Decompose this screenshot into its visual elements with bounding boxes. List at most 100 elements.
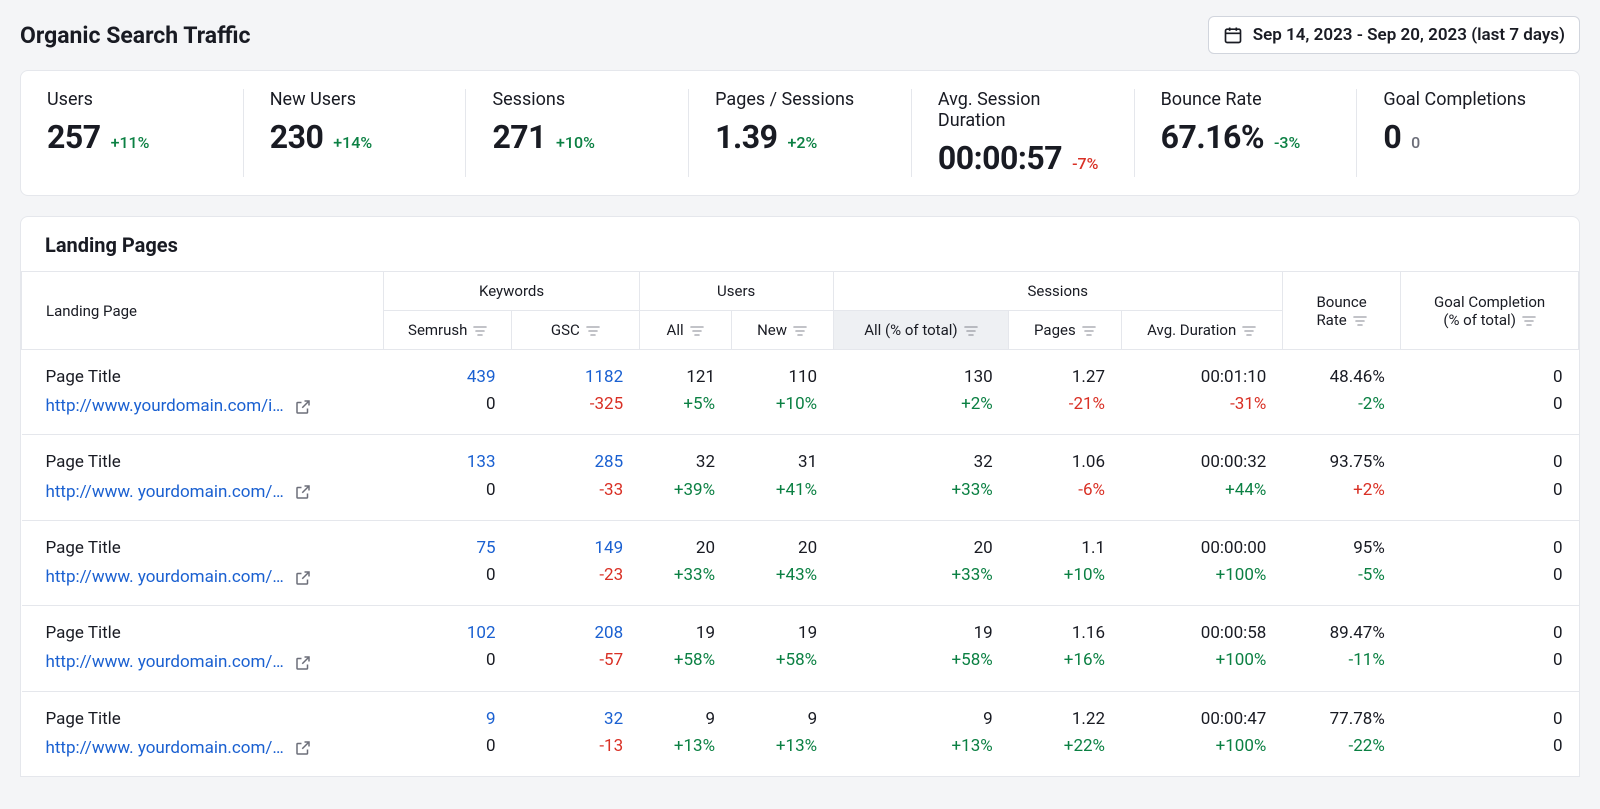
kpi-label: Bounce Rate	[1161, 89, 1331, 110]
kpi-delta: +14%	[333, 133, 372, 152]
cell-avg-duration: 00:00:58+100%	[1121, 606, 1282, 691]
col-gsc[interactable]: GSC	[512, 311, 640, 350]
col-avg-duration[interactable]: Avg. Duration	[1121, 311, 1282, 350]
cell-sessions-all: 130+2%	[833, 350, 1009, 435]
external-link-icon[interactable]	[294, 398, 312, 416]
cell-semrush: 1020	[384, 606, 512, 691]
row-title: Page Title	[46, 620, 376, 647]
kpi-sessions[interactable]: Sessions 271 +10%	[465, 89, 688, 177]
calendar-icon	[1223, 25, 1243, 45]
cell-gsc: 149-23	[512, 520, 640, 605]
kpi-delta: +11%	[111, 133, 150, 152]
cell-users-new: 31+41%	[731, 435, 833, 520]
row-title: Page Title	[46, 449, 376, 476]
cell-users-new: 9+13%	[731, 691, 833, 776]
kpi-goal-completions[interactable]: Goal Completions00	[1356, 89, 1579, 177]
col-users-new[interactable]: New	[731, 311, 833, 350]
kpi-label: Goal Completions	[1383, 89, 1553, 110]
cell-sessions-all: 9+13%	[833, 691, 1009, 776]
col-users: Users	[639, 272, 833, 311]
external-link-icon[interactable]	[294, 569, 312, 587]
cell-gsc: 208-57	[512, 606, 640, 691]
cell-bounce-rate: 89.47%-11%	[1282, 606, 1400, 691]
kpi-delta: -7%	[1072, 154, 1098, 173]
col-semrush[interactable]: Semrush	[384, 311, 512, 350]
cell-goal-completion: 00	[1401, 520, 1579, 605]
landing-page-link[interactable]: http://www. yourdomain.com/…	[46, 735, 284, 762]
cell-bounce-rate: 95%-5%	[1282, 520, 1400, 605]
cell-gsc: 1182-325	[512, 350, 640, 435]
table-row: Page Titlehttp://www. yourdomain.com/…90…	[22, 691, 1579, 776]
sort-icon	[586, 325, 600, 337]
landing-page-link[interactable]: http://www. yourdomain.com/…	[46, 479, 284, 506]
cell-users-all: 32+39%	[639, 435, 731, 520]
cell-sessions-all: 19+58%	[833, 606, 1009, 691]
kpi-value: 230	[270, 118, 324, 156]
kpi-delta: -3%	[1274, 133, 1300, 152]
sort-icon	[1082, 325, 1096, 337]
table-row: Page Titlehttp://www. yourdomain.com/…10…	[22, 606, 1579, 691]
table-row: Page Titlehttp://www. yourdomain.com/…75…	[22, 520, 1579, 605]
col-keywords: Keywords	[384, 272, 639, 311]
cell-avg-duration: 00:00:47+100%	[1121, 691, 1282, 776]
cell-users-all: 9+13%	[639, 691, 731, 776]
cell-pages: 1.22+22%	[1009, 691, 1121, 776]
kpi-bounce-rate[interactable]: Bounce Rate67.16%-3%	[1134, 89, 1357, 177]
kpi-label: Pages / Sessions	[715, 89, 885, 110]
col-sessions: Sessions	[833, 272, 1282, 311]
cell-bounce-rate: 93.75%+2%	[1282, 435, 1400, 520]
date-range-picker[interactable]: Sep 14, 2023 - Sep 20, 2023 (last 7 days…	[1208, 16, 1580, 54]
landing-pages-card: Landing Pages Landing Page Keywords User…	[20, 216, 1580, 777]
cell-semrush: 90	[384, 691, 512, 776]
kpi-label: New Users	[270, 89, 440, 110]
kpi-value: 271	[492, 118, 546, 156]
col-bounce-rate[interactable]: BounceRate	[1282, 272, 1400, 350]
kpi-label: Users	[47, 89, 217, 110]
row-title: Page Title	[46, 706, 376, 733]
cell-pages: 1.06-6%	[1009, 435, 1121, 520]
sort-icon	[1353, 315, 1367, 327]
cell-gsc: 32-13	[512, 691, 640, 776]
external-link-icon[interactable]	[294, 654, 312, 672]
cell-goal-completion: 00	[1401, 350, 1579, 435]
col-goal-completion[interactable]: Goal Completion(% of total)	[1401, 272, 1579, 350]
landing-page-link[interactable]: http://www. yourdomain.com/…	[46, 649, 284, 676]
table-title: Landing Pages	[21, 217, 1579, 271]
cell-semrush: 4390	[384, 350, 512, 435]
sort-icon	[964, 325, 978, 337]
cell-pages: 1.27-21%	[1009, 350, 1121, 435]
kpi-avg-session-duration[interactable]: Avg. Session Duration00:00:57-7%	[911, 89, 1134, 177]
row-title: Page Title	[46, 535, 376, 562]
kpi-label: Avg. Session Duration	[938, 89, 1108, 131]
sort-icon	[1522, 315, 1536, 327]
external-link-icon[interactable]	[294, 739, 312, 757]
col-landing-page[interactable]: Landing Page	[22, 272, 384, 350]
kpi-users[interactable]: Users 257 +11%	[21, 89, 243, 177]
cell-landing-page: Page Title http://www. yourdomain.com/…	[22, 435, 384, 520]
cell-landing-page: Page Titlehttp://www. yourdomain.com/…	[22, 520, 384, 605]
table-row: Page Titlehttp://www.yourdomain.com/i… 43…	[22, 350, 1579, 435]
cell-landing-page: Page Titlehttp://www. yourdomain.com/…	[22, 606, 384, 691]
kpi-new-users[interactable]: New Users 230 +14%	[243, 89, 466, 177]
col-sessions-all[interactable]: All (% of total)	[833, 311, 1009, 350]
cell-users-all: 20+33%	[639, 520, 731, 605]
landing-page-link[interactable]: http://www.yourdomain.com/i…	[46, 393, 284, 420]
cell-gsc: 285-33	[512, 435, 640, 520]
row-title: Page Title	[46, 364, 376, 391]
kpi-pages-sessions[interactable]: Pages / Sessions1.39+2%	[688, 89, 911, 177]
external-link-icon[interactable]	[294, 483, 312, 501]
cell-users-all: 121+5%	[639, 350, 731, 435]
cell-landing-page: Page Titlehttp://www. yourdomain.com/…	[22, 691, 384, 776]
date-range-label: Sep 14, 2023 - Sep 20, 2023 (last 7 days…	[1253, 25, 1565, 45]
cell-avg-duration: 00:00:32+44%	[1121, 435, 1282, 520]
kpi-card: Users 257 +11% New Users 230 +14% Sessions 271 +…	[20, 70, 1580, 196]
kpi-label: Sessions	[492, 89, 662, 110]
cell-semrush: 750	[384, 520, 512, 605]
landing-page-link[interactable]: http://www. yourdomain.com/…	[46, 564, 284, 591]
col-pages[interactable]: Pages	[1009, 311, 1121, 350]
cell-pages: 1.16+16%	[1009, 606, 1121, 691]
col-users-all[interactable]: All	[639, 311, 731, 350]
kpi-value: 257	[47, 118, 101, 156]
kpi-delta: +10%	[556, 133, 595, 152]
cell-users-new: 20+43%	[731, 520, 833, 605]
